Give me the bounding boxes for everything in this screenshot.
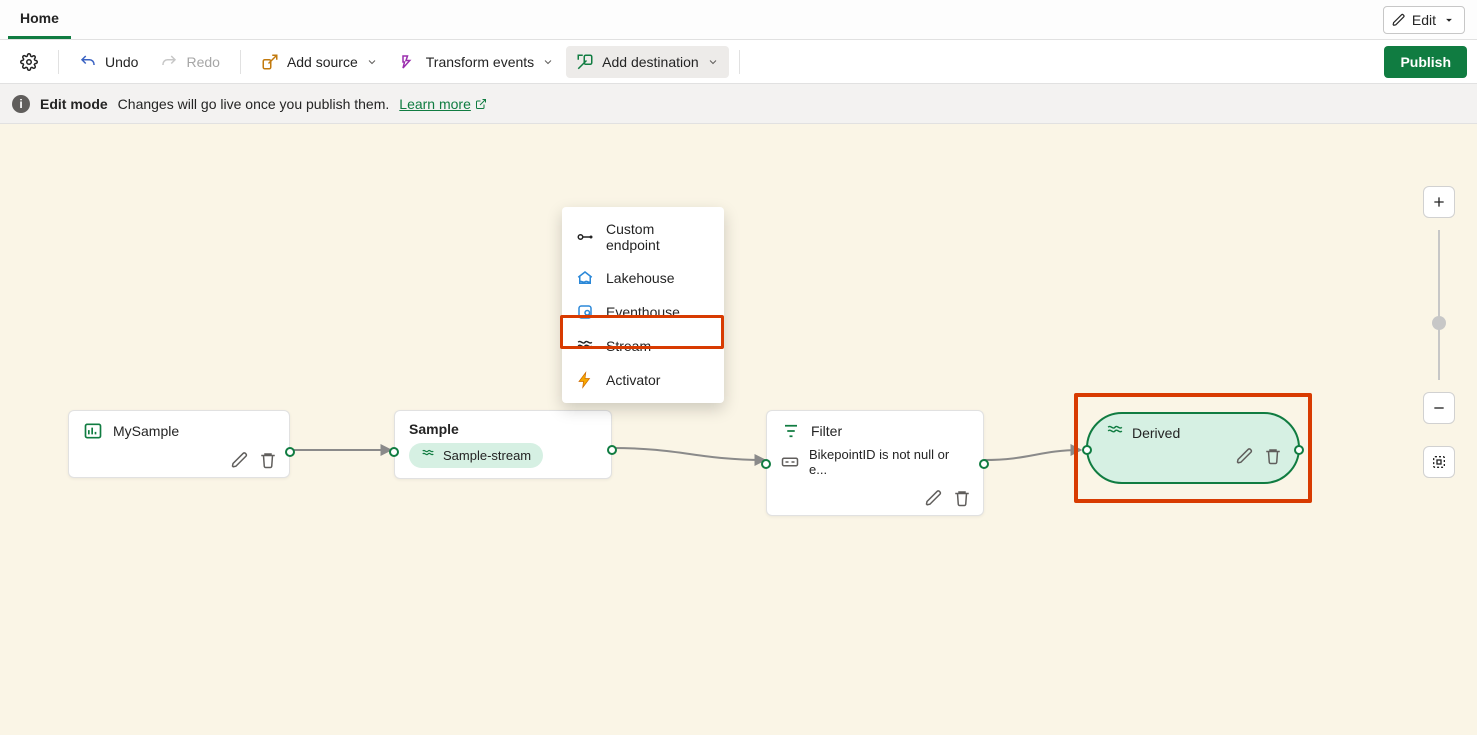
transform-events-button[interactable]: Transform events [390, 46, 564, 78]
undo-label: Undo [105, 54, 138, 70]
node-mysample-title: MySample [113, 423, 179, 439]
add-destination-label: Add destination [602, 54, 699, 70]
separator [240, 50, 241, 74]
info-icon: i [12, 95, 30, 113]
output-port[interactable] [285, 447, 295, 457]
menu-item-activator[interactable]: Activator [562, 363, 724, 397]
add-destination-icon [576, 53, 594, 71]
chevron-down-icon [1442, 13, 1456, 27]
transform-label: Transform events [426, 54, 534, 70]
stream-icon [421, 447, 435, 464]
learn-more-label: Learn more [399, 96, 471, 112]
eventstream-icon [83, 421, 103, 441]
tab-home[interactable]: Home [8, 0, 71, 39]
node-filter-title: Filter [811, 423, 842, 439]
chevron-down-icon [707, 56, 719, 68]
menu-item-label: Lakehouse [606, 270, 675, 286]
redo-icon [160, 53, 178, 71]
settings-button[interactable] [10, 46, 48, 78]
filter-icon [781, 421, 801, 441]
publish-button[interactable]: Publish [1384, 46, 1467, 78]
ribbon-row: Home Edit [0, 0, 1477, 40]
chevron-down-icon [366, 56, 378, 68]
eventhouse-icon [576, 303, 594, 321]
edit-node-button[interactable] [925, 489, 943, 507]
condition-icon [781, 455, 799, 469]
delete-node-button[interactable] [953, 489, 971, 507]
lakehouse-icon [576, 269, 594, 287]
delete-node-button[interactable] [259, 451, 277, 469]
toolbar: Undo Redo Add source Transform events Ad… [0, 40, 1477, 84]
external-link-icon [475, 98, 487, 110]
info-bar: i Edit mode Changes will go live once yo… [0, 84, 1477, 124]
output-port[interactable] [1294, 445, 1304, 455]
ribbon-tabs: Home [8, 0, 71, 39]
info-text: Changes will go live once you publish th… [118, 96, 390, 112]
separator [58, 50, 59, 74]
add-source-icon [261, 53, 279, 71]
separator [739, 50, 740, 74]
stream-pill-label: Sample-stream [443, 448, 531, 463]
filter-condition-text: BikepointID is not null or e... [809, 447, 969, 477]
canvas[interactable]: MySample Sample Sample-stream [0, 124, 1477, 735]
menu-item-label: Stream [606, 338, 651, 354]
publish-label: Publish [1400, 54, 1451, 70]
gear-icon [20, 53, 38, 71]
zoom-out-button[interactable] [1423, 392, 1455, 424]
edit-button-label: Edit [1412, 12, 1436, 28]
pencil-icon [1392, 13, 1406, 27]
output-port[interactable] [607, 445, 617, 455]
edit-node-button[interactable] [1236, 447, 1254, 468]
tab-home-label: Home [20, 10, 59, 26]
zoom-slider[interactable] [1438, 230, 1440, 380]
activator-icon [576, 371, 594, 389]
input-port[interactable] [389, 447, 399, 457]
menu-item-stream[interactable]: Stream [562, 329, 724, 363]
menu-item-label: Eventhouse [606, 304, 680, 320]
node-filter[interactable]: Filter BikepointID is not null or e... [766, 410, 984, 516]
node-sample[interactable]: Sample Sample-stream [394, 410, 612, 479]
output-port[interactable] [979, 459, 989, 469]
transform-icon [400, 53, 418, 71]
delete-node-button[interactable] [1264, 447, 1282, 468]
edit-node-button[interactable] [231, 451, 249, 469]
stream-icon [576, 337, 594, 355]
zoom-slider-thumb[interactable] [1432, 316, 1446, 330]
input-port[interactable] [1082, 445, 1092, 455]
learn-more-link[interactable]: Learn more [399, 96, 487, 112]
undo-icon [79, 53, 97, 71]
add-source-button[interactable]: Add source [251, 46, 388, 78]
node-sample-title: Sample [409, 421, 459, 437]
menu-item-lakehouse[interactable]: Lakehouse [562, 261, 724, 295]
info-title: Edit mode [40, 96, 108, 112]
endpoint-icon [576, 228, 594, 246]
menu-item-label: Activator [606, 372, 660, 388]
add-destination-button[interactable]: Add destination [566, 46, 729, 78]
menu-item-custom-endpoint[interactable]: Custom endpoint [562, 213, 724, 261]
stream-pill[interactable]: Sample-stream [409, 443, 543, 468]
input-port[interactable] [761, 459, 771, 469]
stream-icon [1106, 422, 1124, 443]
fit-screen-button[interactable] [1423, 446, 1455, 478]
node-derived-title: Derived [1132, 425, 1180, 441]
undo-button[interactable]: Undo [69, 46, 148, 78]
add-source-label: Add source [287, 54, 358, 70]
add-destination-menu: Custom endpoint Lakehouse Eventhouse Str… [562, 207, 724, 403]
node-mysample[interactable]: MySample [68, 410, 290, 478]
edit-mode-button[interactable]: Edit [1383, 6, 1465, 34]
menu-item-eventhouse[interactable]: Eventhouse [562, 295, 724, 329]
highlight-derived: Derived [1074, 393, 1312, 503]
node-derived[interactable]: Derived [1086, 412, 1300, 484]
chevron-down-icon [542, 56, 554, 68]
redo-label: Redo [186, 54, 219, 70]
redo-button[interactable]: Redo [150, 46, 229, 78]
zoom-in-button[interactable] [1423, 186, 1455, 218]
menu-item-label: Custom endpoint [606, 221, 710, 253]
zoom-controls [1423, 186, 1455, 478]
